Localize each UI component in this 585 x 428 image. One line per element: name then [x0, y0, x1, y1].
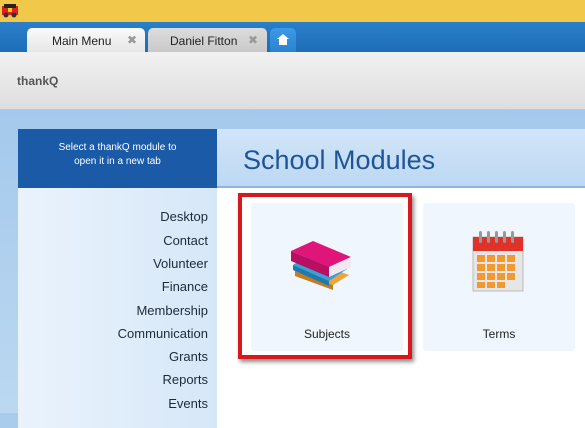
close-icon[interactable]: ✖	[248, 33, 258, 47]
module-grid: Subjects Terms	[217, 188, 585, 428]
calendar-icon	[472, 231, 524, 292]
sidebar-heading-line: Select a thankQ module to	[58, 142, 177, 153]
main-header: School Modules	[217, 129, 585, 188]
content-area: Select a thankQ module to open it in a n…	[0, 110, 585, 428]
sidebar-item-desktop[interactable]: Desktop	[160, 209, 208, 224]
sidebar-item-volunteer[interactable]: Volunteer	[153, 256, 208, 271]
tab-main-menu[interactable]: Main Menu ✖	[27, 28, 145, 52]
tab-label: Daniel Fitton	[170, 34, 238, 48]
brand-name: thankQ	[17, 74, 59, 88]
sidebar-item-membership[interactable]: Membership	[136, 303, 208, 318]
sidebar-item-contact[interactable]: Contact	[163, 233, 208, 248]
sidebar: Desktop Contact Volunteer Finance Member…	[18, 188, 217, 428]
sidebar-item-reports[interactable]: Reports	[162, 372, 208, 387]
highlight-box	[238, 193, 412, 359]
tab-label: Main Menu	[52, 34, 112, 48]
sidebar-item-grants[interactable]: Grants	[169, 349, 208, 364]
sidebar-heading: Select a thankQ module to open it in a n…	[18, 129, 217, 188]
tab-daniel-fitton[interactable]: Daniel Fitton ✖	[148, 28, 267, 52]
sidebar-item-events[interactable]: Events	[168, 396, 208, 411]
title-bar	[0, 0, 585, 22]
app-icon	[2, 4, 18, 18]
home-icon	[277, 34, 289, 45]
close-icon[interactable]: ✖	[127, 33, 137, 47]
header-bar: thankQ	[0, 52, 585, 110]
sidebar-item-finance[interactable]: Finance	[162, 279, 208, 294]
sidebar-heading-line: open it in a new tab	[74, 156, 161, 167]
tab-strip: Main Menu ✖ Daniel Fitton ✖	[0, 22, 585, 52]
module-tile-terms[interactable]: Terms	[423, 203, 575, 351]
new-tab-button[interactable]	[270, 28, 296, 52]
sidebar-item-communication[interactable]: Communication	[118, 326, 208, 341]
page-title: School Modules	[243, 145, 436, 175]
tile-label: Terms	[482, 327, 516, 341]
